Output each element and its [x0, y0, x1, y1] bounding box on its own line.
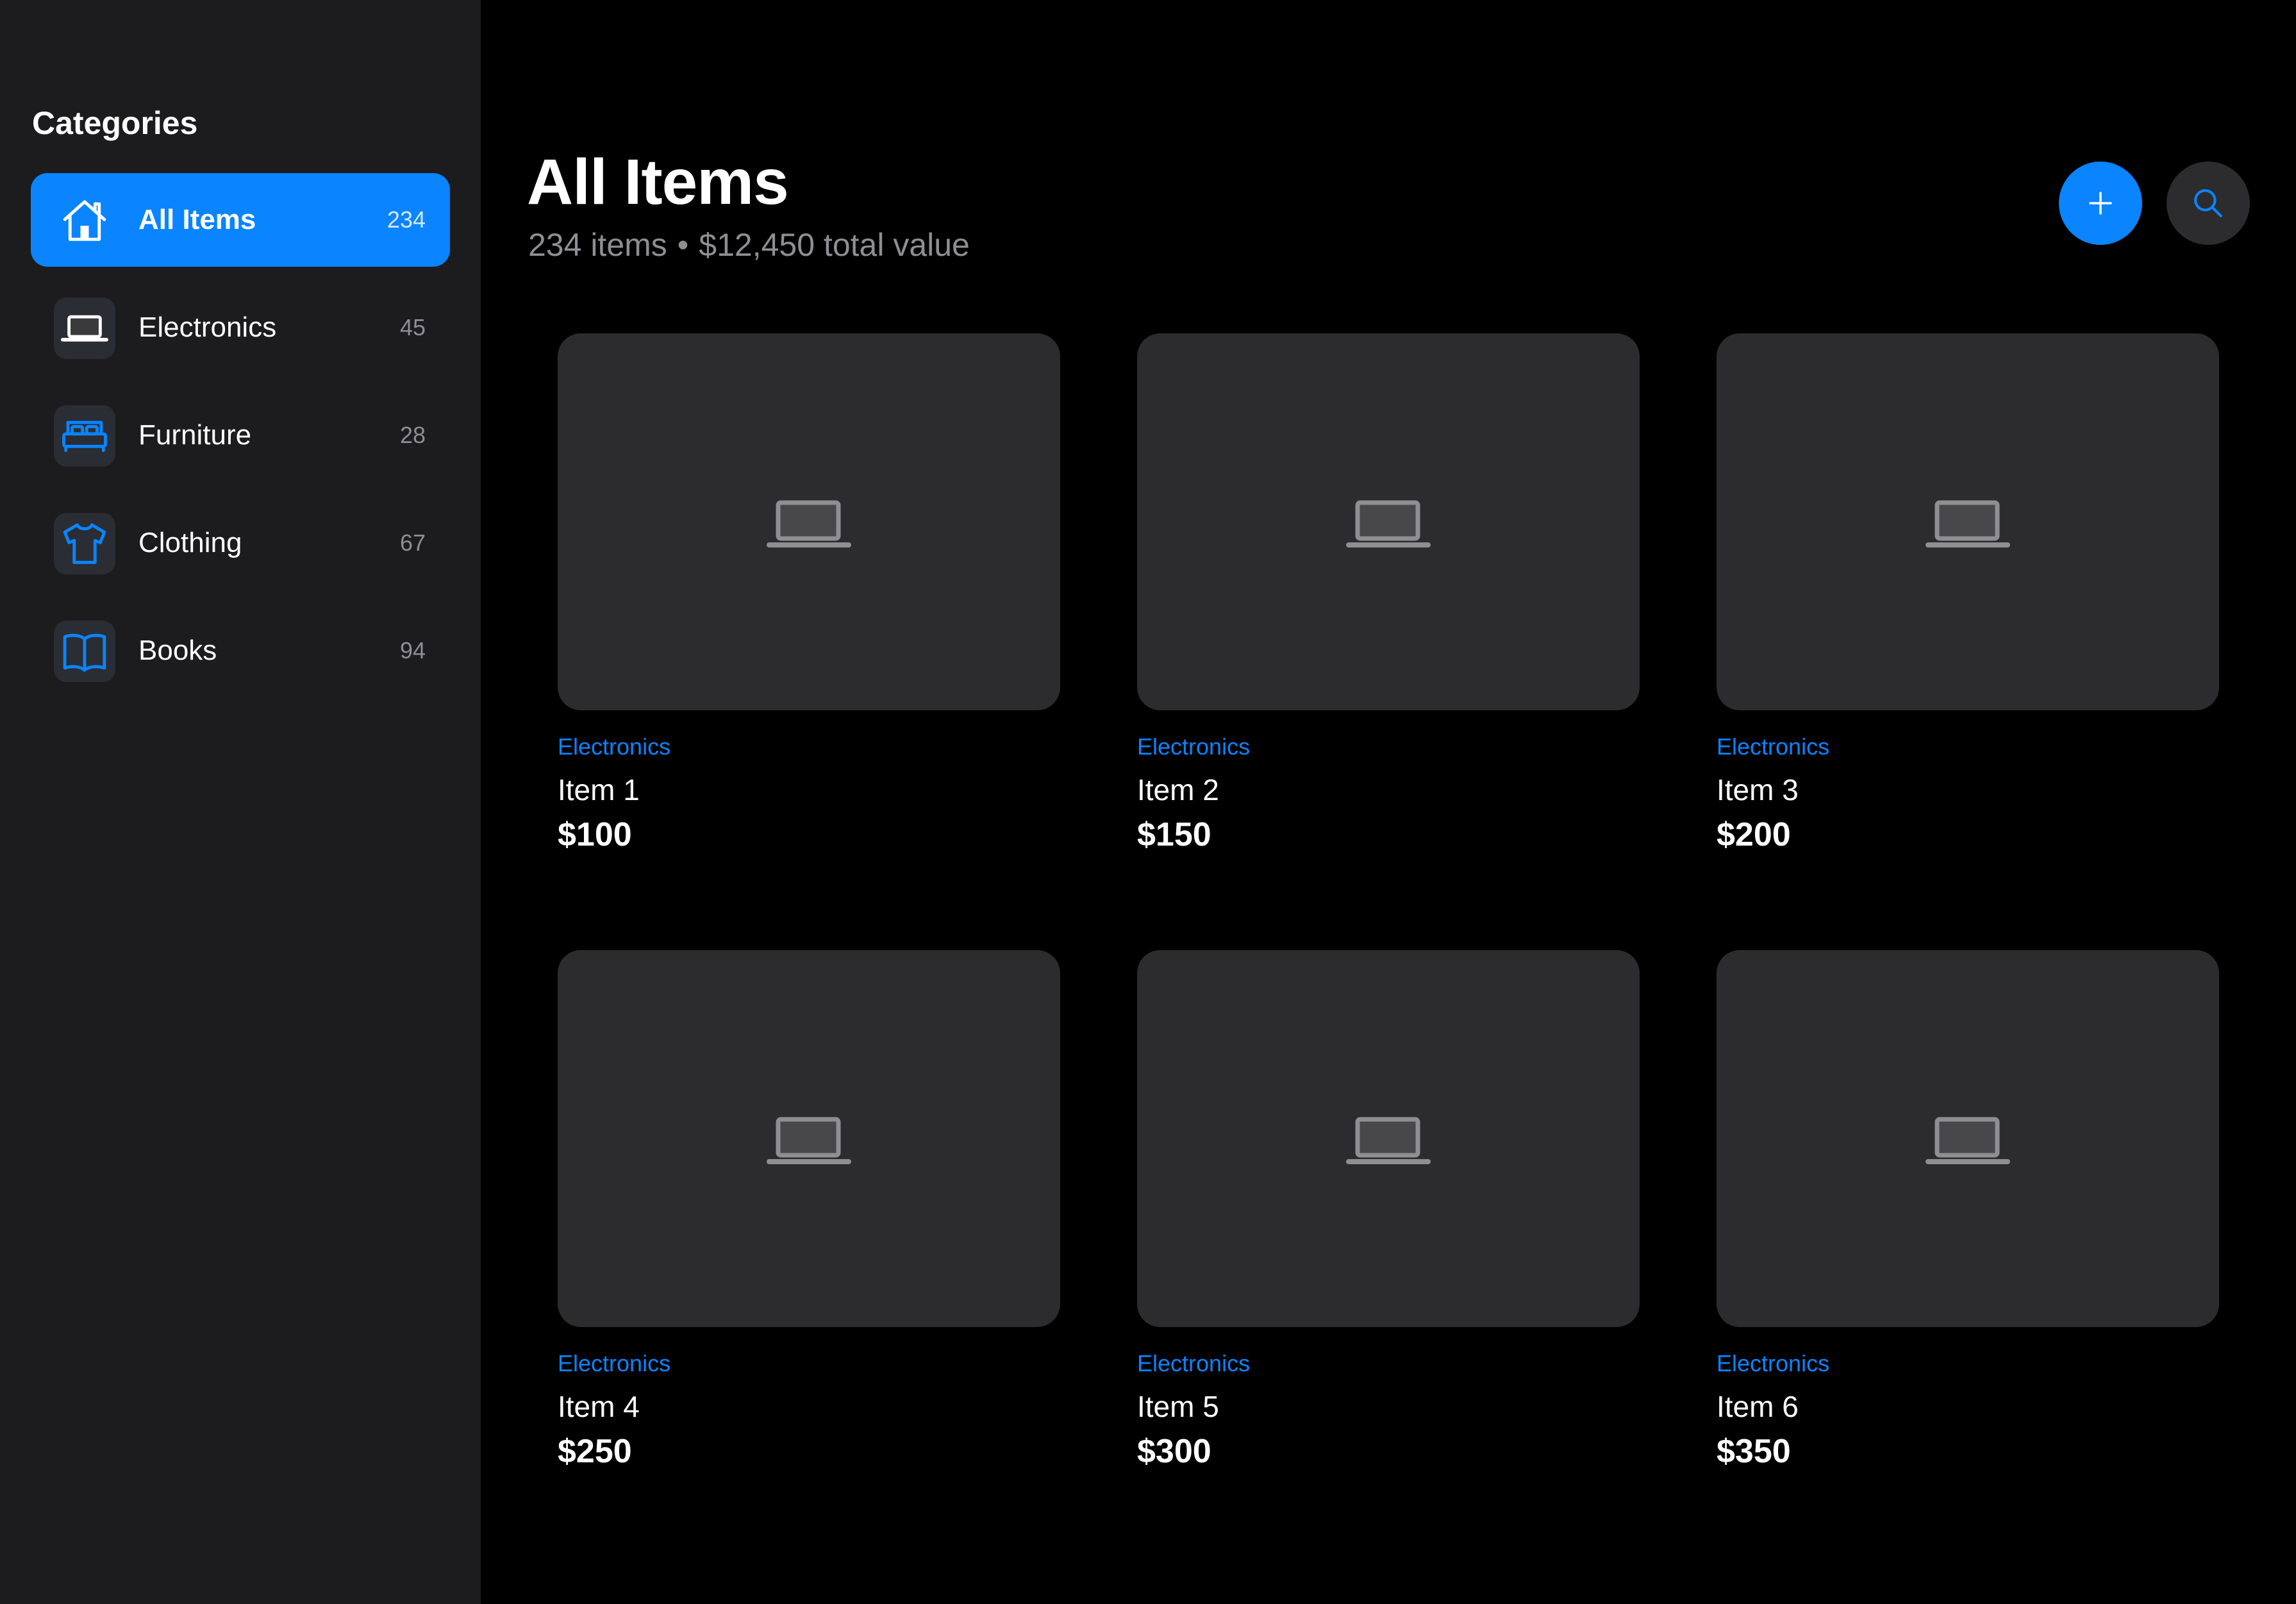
item-card[interactable]: Electronics Item 1 $100 [558, 333, 1060, 885]
sidebar-item-label: All Items [138, 204, 256, 235]
item-price: $350 [1717, 1433, 1791, 1470]
item-thumbnail [1717, 950, 2219, 1327]
item-thumbnail [1137, 333, 1640, 710]
sidebar-item-label: Electronics [138, 312, 277, 343]
item-category: Electronics [558, 733, 671, 760]
laptop-icon [1346, 1117, 1431, 1164]
main-content: All Items 234 items • $12,450 total value [481, 0, 2296, 1604]
add-item-button[interactable] [2059, 162, 2142, 245]
item-category: Electronics [558, 1350, 671, 1376]
sidebar-item-clothing[interactable]: Clothing 67 [31, 496, 450, 590]
category-list: All Items 234 Electronics 45 Furniture 2… [31, 173, 450, 712]
page-title: All Items [527, 146, 789, 218]
item-category: Electronics [1137, 733, 1251, 760]
sidebar-item-electronics[interactable]: Electronics 45 [31, 281, 450, 374]
search-button[interactable] [2167, 162, 2250, 245]
item-card[interactable]: Electronics Item 3 $200 [1717, 333, 2219, 885]
summary-subtitle: 234 items • $12,450 total value [528, 224, 970, 265]
sidebar-item-label: Books [138, 635, 217, 666]
book-icon [54, 621, 115, 682]
sidebar-item-count: 28 [399, 422, 426, 448]
sidebar-item-books[interactable]: Books 94 [31, 604, 450, 698]
sidebar-item-label: Furniture [138, 419, 252, 451]
item-name: Item 6 [1717, 1390, 1799, 1423]
item-name: Item 4 [558, 1390, 640, 1423]
tshirt-icon [54, 513, 115, 574]
sidebar-item-furniture[interactable]: Furniture 28 [31, 388, 450, 482]
laptop-icon [767, 500, 851, 547]
item-price: $250 [558, 1433, 632, 1470]
laptop-icon [54, 297, 115, 359]
plus-icon [2089, 192, 2112, 215]
item-name: Item 3 [1717, 773, 1799, 806]
sidebar-heading: Categories [32, 105, 198, 141]
item-card[interactable]: Electronics Item 5 $300 [1137, 950, 1640, 1501]
item-price: $200 [1717, 816, 1791, 853]
laptop-icon [1926, 500, 2010, 547]
search-icon [2194, 189, 2222, 217]
laptop-icon [1346, 500, 1431, 547]
item-category: Electronics [1717, 733, 1830, 760]
item-thumbnail [558, 333, 1060, 710]
item-card[interactable]: Electronics Item 2 $150 [1137, 333, 1640, 885]
item-category: Electronics [1137, 1350, 1251, 1376]
item-name: Item 2 [1137, 773, 1219, 806]
laptop-icon [1926, 1117, 2010, 1164]
item-name: Item 1 [558, 773, 640, 806]
house-icon [54, 190, 115, 251]
sidebar: Categories All Items 234 Electronics 45 … [0, 0, 481, 1604]
item-card[interactable]: Electronics Item 6 $350 [1717, 950, 2219, 1501]
item-name: Item 5 [1137, 1390, 1219, 1423]
item-price: $150 [1137, 816, 1211, 853]
sidebar-item-count: 67 [399, 530, 426, 556]
sidebar-item-count: 94 [399, 637, 426, 664]
item-category: Electronics [1717, 1350, 1830, 1376]
item-price: $100 [558, 816, 632, 853]
bed-icon [54, 405, 115, 467]
sidebar-item-count: 45 [399, 314, 426, 340]
app-window: Categories All Items 234 Electronics 45 … [0, 0, 2296, 1604]
laptop-icon [767, 1117, 851, 1164]
item-price: $300 [1137, 1433, 1211, 1470]
item-thumbnail [1137, 950, 1640, 1327]
sidebar-item-all-items[interactable]: All Items 234 [31, 173, 450, 267]
total-value-text: $12,450 total value [699, 227, 970, 263]
item-count-text: 234 items [528, 227, 667, 263]
sidebar-item-label: Clothing [138, 527, 242, 558]
sidebar-item-count: 234 [387, 206, 426, 233]
separator-dot: • [677, 227, 689, 263]
item-card[interactable]: Electronics Item 4 $250 [558, 950, 1060, 1501]
item-thumbnail [1717, 333, 2219, 710]
item-thumbnail [558, 950, 1060, 1327]
